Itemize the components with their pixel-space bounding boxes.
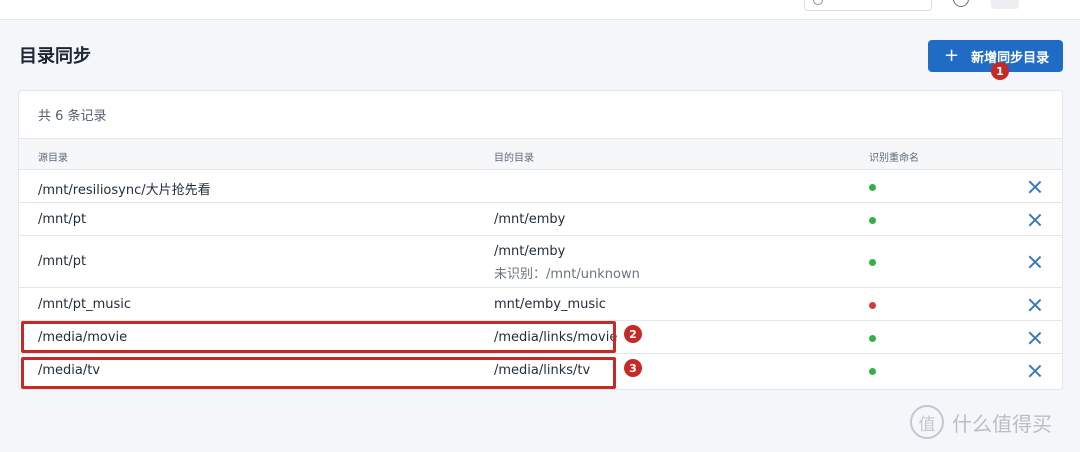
source-dir: /mnt/pt [38, 212, 87, 227]
delete-icon[interactable] [1028, 255, 1042, 269]
search-icon [813, 0, 823, 5]
rename-status-dot [869, 184, 876, 191]
source-dir: /mnt/pt_music [38, 297, 132, 312]
highlight-box-movie [21, 321, 616, 353]
annotation-badge-1: 1 [991, 62, 1009, 80]
table-row: /mnt/pt/mnt/emby [19, 203, 1062, 236]
source-dir: /mnt/resiliosync/大片抢先看 [38, 183, 211, 198]
delete-icon[interactable] [1028, 364, 1042, 378]
target-dir-path: mnt/emby_music [494, 297, 606, 312]
add-sync-directory-label: 新增同步目录 [971, 50, 1050, 66]
target-dir-path: /mnt/emby [494, 212, 566, 227]
delete-icon[interactable] [1028, 213, 1042, 227]
help-icon[interactable] [953, 0, 969, 7]
target-dir: mnt/emby_music [494, 297, 606, 312]
unrecognized-dir: 未识别：/mnt/unknown [494, 267, 640, 282]
page-title: 目录同步 [19, 46, 91, 67]
table-row: /mnt/resiliosync/大片抢先看 [19, 170, 1062, 203]
highlight-box-tv [21, 357, 616, 389]
delete-icon[interactable] [1028, 331, 1042, 345]
delete-icon[interactable] [1028, 298, 1042, 312]
table-body: /mnt/resiliosync/大片抢先看/mnt/pt/mnt/emby/m… [19, 170, 1062, 387]
annotation-badge-3: 3 [624, 359, 642, 377]
target-dir: /mnt/emby 未识别：/mnt/unknown [494, 244, 640, 282]
table-row: /mnt/pt_music mnt/emby_music [19, 288, 1062, 321]
source-dir: /mnt/pt [38, 254, 87, 269]
rename-status-dot [869, 302, 876, 309]
target-dir-path: /mnt/emby [494, 244, 566, 259]
annotation-badge-2: 2 [624, 325, 642, 343]
rename-status-dot [869, 259, 876, 266]
search-input[interactable] [804, 0, 932, 11]
avatar[interactable] [991, 0, 1019, 9]
target-dir: /mnt/emby [494, 212, 565, 227]
plus-icon: + [944, 45, 960, 66]
watermark-text: 什么值得买 [952, 411, 1052, 436]
rename-status-dot [869, 368, 876, 375]
table-header: 源目录 目的目录 识别重命名 [19, 139, 1062, 170]
rename-status-dot [869, 217, 876, 224]
watermark: 值 什么值得买 [910, 405, 1052, 439]
table-row: /mnt/pt/mnt/emby 未识别：/mnt/unknown [19, 236, 1062, 288]
watermark-logo-icon: 值 [910, 405, 944, 439]
delete-icon[interactable] [1028, 180, 1042, 194]
column-target: 目的目录 [494, 153, 534, 164]
rename-status-dot [869, 335, 876, 342]
record-count: 共 6 条记录 [19, 91, 1062, 139]
column-source: 源目录 [38, 153, 68, 164]
top-bar [0, 0, 1080, 20]
column-rename: 识别重命名 [869, 153, 919, 164]
